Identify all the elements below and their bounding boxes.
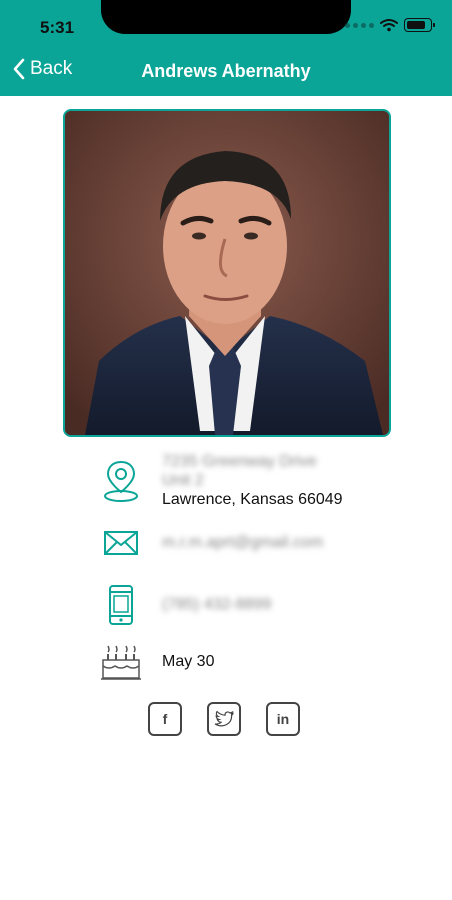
- portrait-image: [65, 111, 389, 435]
- location-pin-icon: [104, 460, 138, 502]
- address-block: 7235 Greenway Drive Unit 2 Lawrence, Kan…: [162, 452, 343, 509]
- social-links: f t in: [148, 702, 300, 736]
- twitter-button[interactable]: t: [207, 702, 241, 736]
- birthday-cake-icon: [101, 645, 141, 680]
- address-line2: Unit 2: [162, 472, 204, 489]
- facebook-button[interactable]: f: [148, 702, 182, 736]
- device-notch: [101, 0, 351, 34]
- battery-icon: [404, 18, 435, 32]
- linkedin-button[interactable]: in: [266, 702, 300, 736]
- phone-row[interactable]: (785) 432-8899: [100, 584, 432, 626]
- profile-photo: [63, 109, 391, 437]
- address-row: 7235 Greenway Drive Unit 2 Lawrence, Kan…: [100, 452, 432, 509]
- linkedin-icon: in: [276, 711, 290, 727]
- facebook-icon: f: [162, 711, 168, 727]
- status-time: 5:31: [40, 18, 75, 37]
- page-title: Andrews Abernathy: [141, 61, 311, 81]
- email-value[interactable]: m.r.m.aprt@gmail.com: [162, 534, 323, 552]
- address-line1: 7235 Greenway Drive: [162, 453, 317, 470]
- twitter-icon: [214, 711, 234, 727]
- status-icons: [345, 18, 435, 32]
- phone-value[interactable]: (785) 432-8899: [162, 596, 271, 614]
- wifi-icon: [380, 19, 398, 32]
- signal-icon: [345, 22, 374, 28]
- phone-icon: [109, 585, 133, 625]
- email-row[interactable]: m.r.m.aprt@gmail.com: [100, 530, 432, 556]
- header-bar: 5:31 Back Andrews Abernathy: [0, 0, 452, 96]
- email-icon: [104, 531, 138, 555]
- address-city: Lawrence, Kansas 66049: [162, 491, 343, 508]
- birthday-value: May 30: [162, 653, 215, 670]
- birthday-row: May 30: [100, 642, 432, 682]
